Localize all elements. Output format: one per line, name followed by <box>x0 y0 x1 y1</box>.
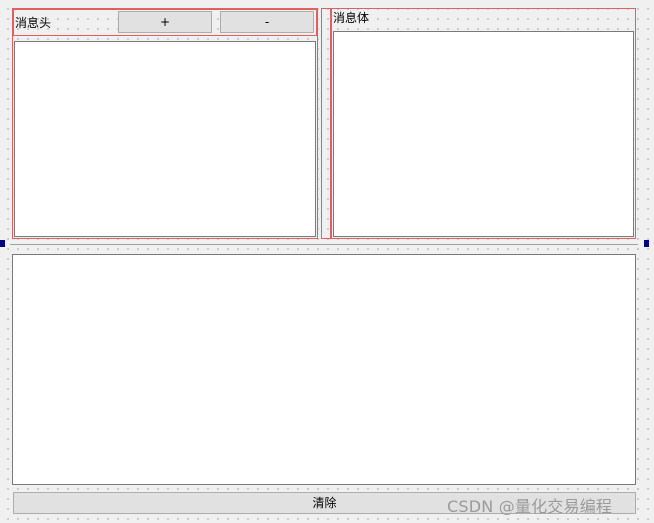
add-header-button[interactable]: + <box>118 11 212 33</box>
output-text-area[interactable] <box>12 254 636 485</box>
message-body-editor[interactable] <box>333 31 634 237</box>
message-header-list[interactable] <box>14 41 316 237</box>
top-splitter-handle[interactable] <box>321 8 331 239</box>
message-header-label: 消息头 <box>15 16 52 30</box>
watermark-text: CSDN @量化交易编程 <box>447 497 613 516</box>
message-body-label: 消息体 <box>333 11 370 25</box>
left-splitter-handle[interactable] <box>0 240 5 247</box>
horizontal-splitter[interactable] <box>10 244 638 245</box>
designer-canvas: 消息头 + - 消息体 清除 CSDN @量化交易编程 <box>0 0 654 523</box>
remove-header-button[interactable]: - <box>220 11 314 33</box>
right-splitter-handle[interactable] <box>644 240 649 247</box>
